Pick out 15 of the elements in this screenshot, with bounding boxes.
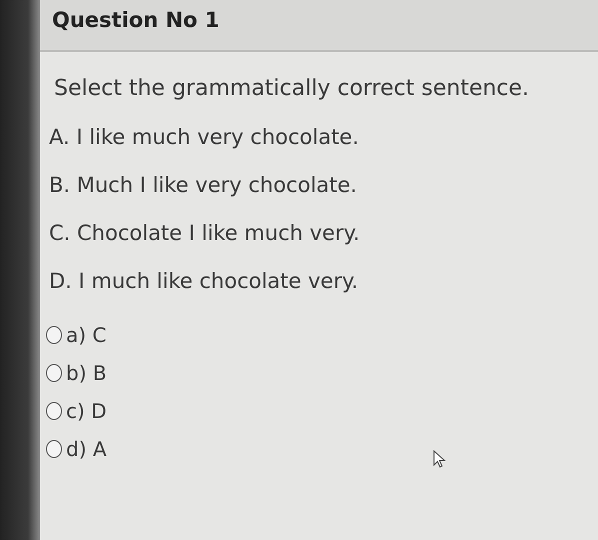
answer-statement: D. I much like chocolate very. <box>49 269 360 293</box>
question-title: Question No 1 <box>52 8 220 32</box>
answer-statement: B. Much I like very chocolate. <box>49 173 358 197</box>
mouse-pointer-icon <box>433 450 447 468</box>
answer-statement: C. Chocolate I like much very. <box>49 221 361 245</box>
question-prompt: Select the grammatically correct sentence. <box>54 76 530 101</box>
radio-option[interactable]: c) D <box>46 399 598 423</box>
radio-option[interactable]: a) C <box>46 323 598 347</box>
radio-button[interactable] <box>46 440 62 458</box>
answer-statement: A. I like much very chocolate. <box>49 125 360 149</box>
radio-button[interactable] <box>46 364 62 382</box>
radio-button[interactable] <box>46 326 62 344</box>
radio-button[interactable] <box>46 402 62 420</box>
radio-option[interactable]: d) A <box>46 437 598 461</box>
radio-option[interactable]: b) B <box>46 361 598 385</box>
